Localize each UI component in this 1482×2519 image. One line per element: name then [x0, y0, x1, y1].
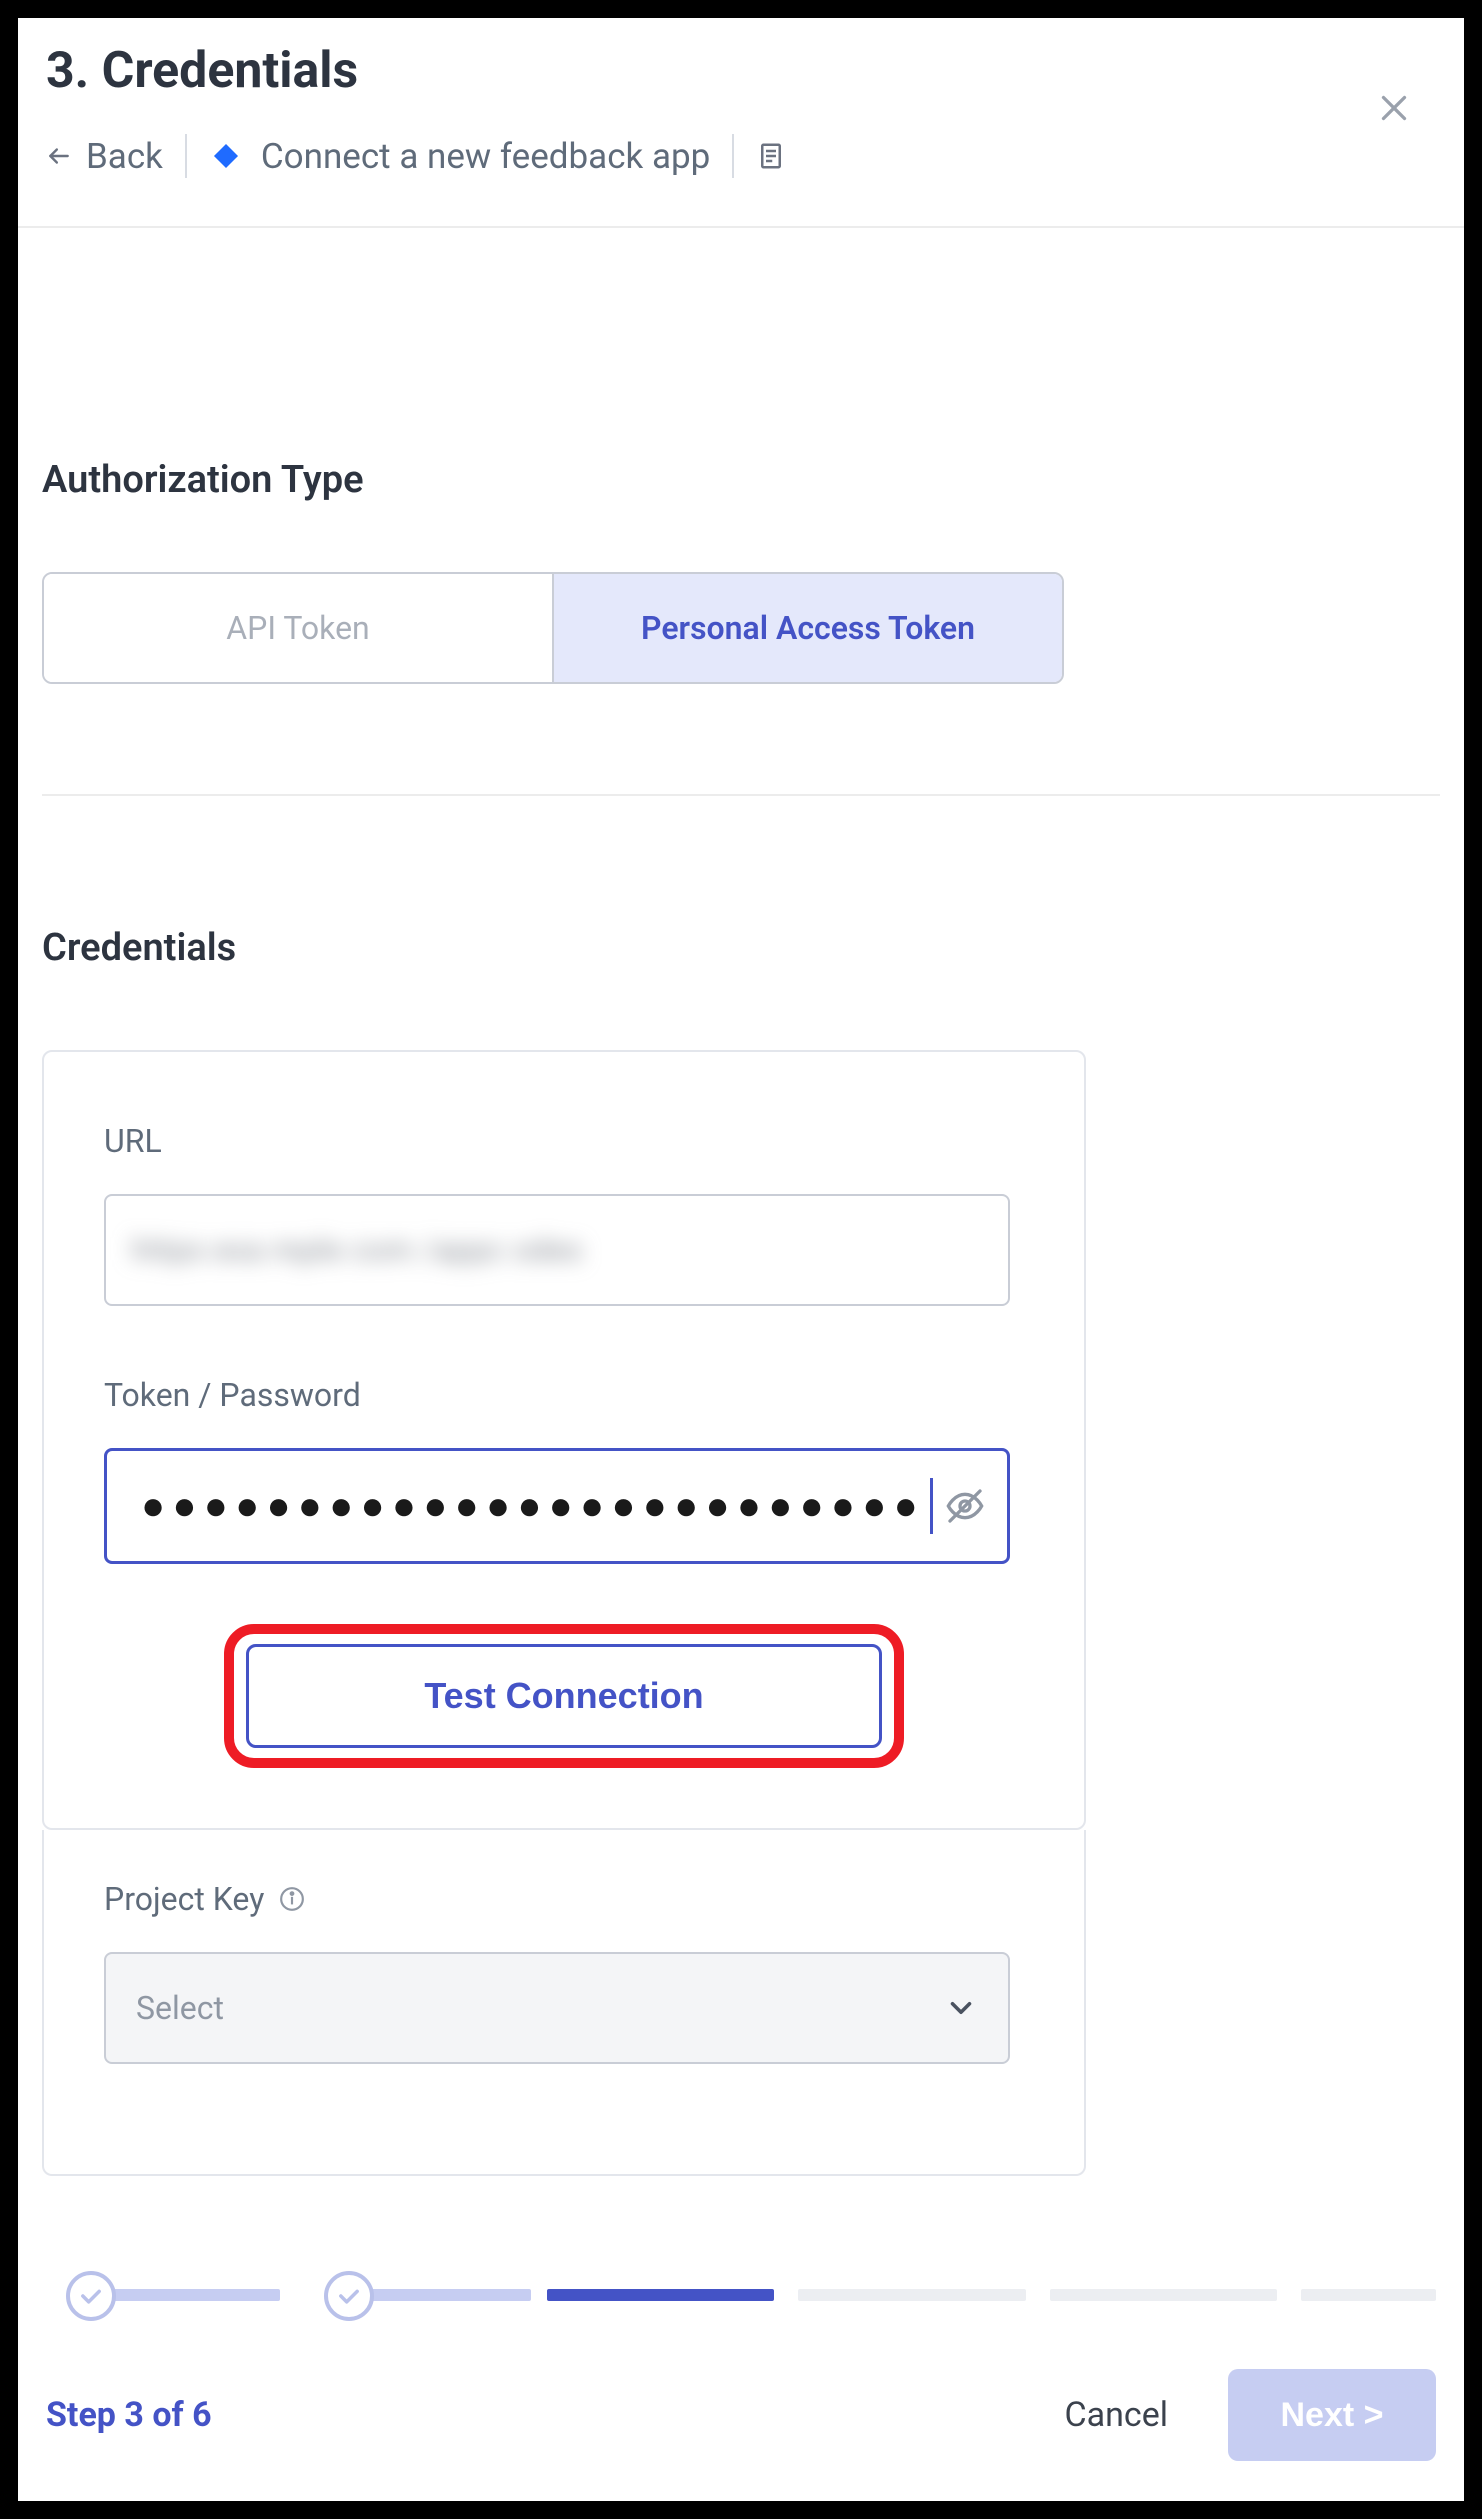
- separator: [185, 134, 187, 178]
- auth-option-personal-access-token[interactable]: Personal Access Token: [552, 574, 1062, 682]
- close-button[interactable]: [1374, 88, 1414, 128]
- document-icon[interactable]: [756, 138, 786, 174]
- breadcrumb-text: Connect a new feedback app: [261, 136, 710, 177]
- progress-segment-6: [1301, 2289, 1436, 2301]
- progress-track: [78, 2289, 1436, 2301]
- dialog-header: 3. Credentials Back Connect a new feedba…: [18, 18, 1464, 228]
- credentials-card: URL https exa mple com /appc odes Token …: [42, 1050, 1086, 1830]
- project-key-card: Project Key Select: [42, 1830, 1086, 2176]
- token-masked-value: ●●●●●●●●●●●●●●●●●●●●●●●●●●●●●●●●●●●●●●●●…: [141, 1484, 928, 1529]
- chevron-down-icon: [944, 1991, 978, 2025]
- back-button[interactable]: Back: [46, 136, 163, 177]
- auth-type-segmented: API Token Personal Access Token: [42, 572, 1064, 684]
- project-key-label-text: Project Key: [104, 1880, 264, 1918]
- step-check-2: [324, 2271, 374, 2321]
- credentials-section: Credentials URL https exa mple com /appc…: [42, 796, 1440, 2176]
- annotation-highlight: Test Connection: [224, 1624, 904, 1768]
- authorization-heading: Authorization Type: [42, 458, 1440, 502]
- auth-option-api-token[interactable]: API Token: [44, 574, 552, 682]
- token-label: Token / Password: [104, 1376, 1024, 1414]
- text-caret: [930, 1478, 933, 1534]
- url-obscured-value: https exa mple com /appc odes: [132, 1233, 583, 1268]
- info-icon[interactable]: [278, 1885, 306, 1913]
- test-connection-button[interactable]: Test Connection: [246, 1644, 882, 1748]
- step-check-1: [66, 2271, 116, 2321]
- arrow-left-icon: [46, 143, 72, 169]
- url-label: URL: [104, 1122, 1024, 1160]
- page-title: 3. Credentials: [46, 42, 1436, 100]
- app-diamond-icon: [209, 139, 243, 173]
- back-label: Back: [86, 136, 163, 177]
- project-key-placeholder: Select: [136, 1989, 224, 2027]
- progress-segment-4: [798, 2289, 1025, 2301]
- step-indicator: Step 3 of 6: [46, 2395, 212, 2435]
- project-key-label: Project Key: [104, 1880, 1024, 1918]
- footer-actions-row: Step 3 of 6 Cancel Next >: [46, 2369, 1436, 2461]
- test-connection-row: Test Connection: [104, 1624, 1024, 1768]
- step-progress: [46, 2271, 1436, 2321]
- progress-segment-5: [1050, 2289, 1277, 2301]
- cancel-button[interactable]: Cancel: [1065, 2395, 1169, 2435]
- breadcrumb-current: Connect a new feedback app: [209, 136, 710, 177]
- breadcrumb: Back Connect a new feedback app: [46, 134, 1436, 178]
- url-input[interactable]: https exa mple com /appc odes: [104, 1194, 1010, 1306]
- token-input[interactable]: ●●●●●●●●●●●●●●●●●●●●●●●●●●●●●●●●●●●●●●●●…: [104, 1448, 1010, 1564]
- separator: [732, 134, 734, 178]
- toggle-visibility-icon[interactable]: [943, 1484, 987, 1528]
- authorization-section: Authorization Type API Token Personal Ac…: [42, 228, 1440, 684]
- credentials-heading: Credentials: [42, 926, 1440, 970]
- next-button[interactable]: Next >: [1228, 2369, 1436, 2461]
- dialog-footer: Step 3 of 6 Cancel Next >: [18, 2271, 1464, 2501]
- footer-actions: Cancel Next >: [1065, 2369, 1437, 2461]
- project-key-select[interactable]: Select: [104, 1952, 1010, 2064]
- progress-segment-3: [547, 2289, 774, 2301]
- dialog-frame: 3. Credentials Back Connect a new feedba…: [18, 18, 1464, 2501]
- dialog-body: Authorization Type API Token Personal Ac…: [18, 228, 1464, 2271]
